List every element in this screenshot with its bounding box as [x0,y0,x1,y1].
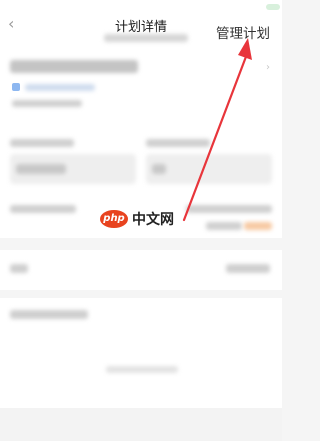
bottom-area [0,408,282,441]
field-box-right[interactable] [146,154,272,184]
records-empty-text [106,366,178,373]
next-item-value [186,205,272,213]
field-label-left [10,139,74,147]
plan-name [10,60,138,73]
plan-option-label [25,84,95,91]
field-box-left[interactable] [10,154,136,184]
next-item-sub [206,222,242,230]
plan-meta [12,100,82,107]
settings-row-label [10,264,28,273]
settings-row-value [226,264,270,273]
php-logo: php [100,210,128,228]
records-title [10,310,88,319]
status-indicator [266,4,280,10]
next-item-highlight [244,222,272,230]
watermark-text: 中文网 [132,212,174,228]
field-label-right [146,139,210,147]
next-item-label [10,205,76,213]
chevron-right-icon[interactable]: › [266,62,270,73]
page-subtitle [104,34,188,42]
site-watermark: php 中文网 [100,206,182,232]
checkbox-icon[interactable] [12,83,20,91]
manage-plan-button[interactable]: 管理计划 [216,22,270,42]
